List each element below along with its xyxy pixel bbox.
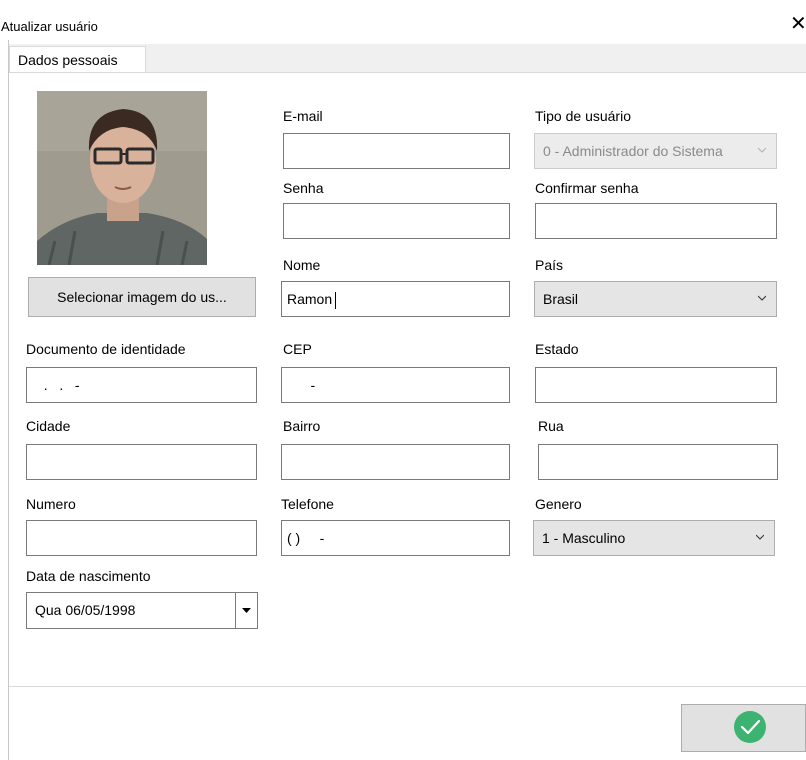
cep-field[interactable]: -	[281, 367, 510, 403]
window-title: Atualizar usuário	[1, 19, 98, 34]
pais-select[interactable]: Brasil	[534, 281, 777, 317]
genero-select[interactable]: 1 - Masculino	[533, 520, 775, 556]
rua-label: Rua	[538, 418, 564, 434]
cidade-field[interactable]	[26, 444, 257, 480]
numero-field[interactable]	[26, 520, 257, 556]
select-image-button-label: Selecionar imagem do us...	[57, 289, 227, 305]
cep-label: CEP	[283, 341, 312, 357]
pais-value: Brasil	[543, 291, 579, 307]
estado-label: Estado	[535, 341, 579, 357]
nome-value: Ramon	[287, 291, 333, 307]
data-nascimento-picker[interactable]: Qua 06/05/1998	[26, 592, 258, 629]
senha-label: Senha	[283, 180, 324, 196]
nome-label: Nome	[283, 257, 321, 273]
user-photo	[37, 91, 207, 265]
pais-label: País	[535, 257, 564, 273]
bairro-field[interactable]	[281, 444, 510, 480]
data-nascimento-label: Data de nascimento	[26, 568, 151, 584]
check-circle-icon	[734, 711, 766, 743]
footer-divider	[9, 686, 806, 687]
date-dropdown-button[interactable]	[235, 593, 257, 628]
telefone-value: ( ) -	[287, 530, 325, 546]
genero-label: Genero	[535, 496, 582, 512]
telefone-field[interactable]: ( ) -	[281, 520, 510, 556]
genero-value: 1 - Masculino	[542, 530, 626, 546]
chevron-down-icon	[756, 534, 764, 540]
numero-label: Numero	[26, 496, 76, 512]
tipo-usuario-label: Tipo de usuário	[535, 108, 631, 124]
text-caret	[335, 291, 337, 309]
documento-label: Documento de identidade	[26, 341, 186, 357]
bairro-label: Bairro	[283, 418, 321, 434]
caret-down-icon	[242, 608, 251, 613]
telefone-label: Telefone	[281, 496, 334, 512]
tab-dados-pessoais[interactable]: Dados pessoais	[9, 46, 146, 72]
confirm-button[interactable]	[681, 704, 806, 752]
window-border	[8, 40, 9, 760]
email-field[interactable]	[283, 133, 510, 169]
cidade-label: Cidade	[26, 418, 71, 434]
estado-field[interactable]	[535, 367, 777, 403]
documento-field[interactable]: . . -	[26, 367, 257, 403]
tipo-usuario-select[interactable]: 0 - Administrador do Sistema	[534, 133, 777, 169]
title-bar: Atualizar usuário ✕	[0, 0, 806, 43]
rua-field[interactable]	[538, 444, 778, 480]
cep-value: -	[291, 377, 316, 393]
senha-field[interactable]	[283, 203, 510, 239]
documento-value: . . -	[36, 377, 80, 393]
chevron-down-icon	[758, 147, 766, 153]
chevron-down-icon	[758, 295, 766, 301]
close-icon[interactable]: ✕	[790, 14, 806, 34]
tipo-usuario-value: 0 - Administrador do Sistema	[543, 143, 723, 159]
tab-label: Dados pessoais	[18, 52, 118, 68]
select-image-button[interactable]: Selecionar imagem do us...	[28, 277, 256, 317]
confirmar-senha-field[interactable]	[535, 203, 777, 239]
data-nascimento-value: Qua 06/05/1998	[35, 602, 136, 618]
confirmar-senha-label: Confirmar senha	[535, 180, 639, 196]
email-label: E-mail	[283, 108, 323, 124]
nome-field[interactable]: Ramon	[281, 281, 510, 317]
